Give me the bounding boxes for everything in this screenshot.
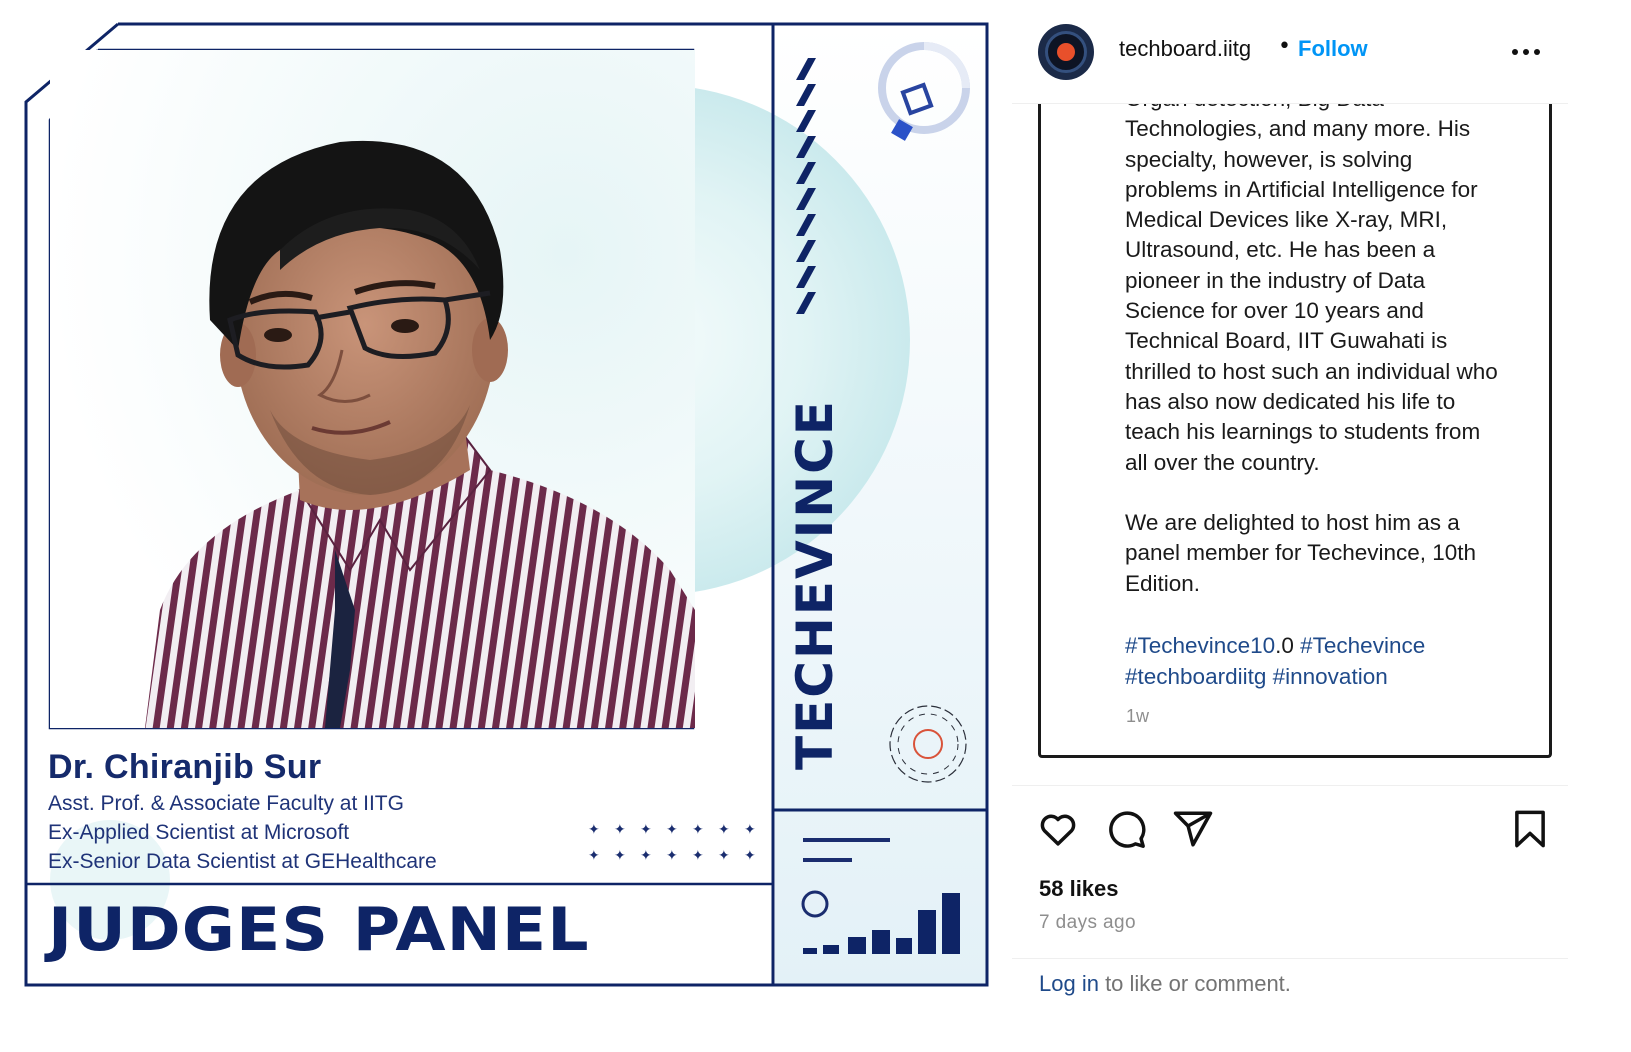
caption-line: Edition. [1125, 570, 1201, 596]
hashtag-suffix: .0 [1275, 633, 1294, 658]
login-link[interactable]: Log in [1039, 971, 1099, 996]
comment-icon[interactable] [1105, 808, 1147, 850]
username-link[interactable]: techboard.iitg [1119, 36, 1251, 62]
post-time[interactable]: 7 days ago [1039, 912, 1136, 934]
caption-line: Science for over 10 years and [1125, 298, 1424, 324]
techevince-vertical-title: TECHEVINCE [786, 399, 844, 770]
bookmark-icon[interactable] [1509, 808, 1551, 850]
hashtag-link[interactable]: #techboardiitg [1125, 664, 1266, 689]
caption-line: Technologies, and many more. His [1125, 116, 1471, 142]
caption-line: all over the country. [1125, 449, 1320, 475]
caption-line: Medical Devices like X-ray, MRI, [1125, 207, 1448, 233]
hashtag-link[interactable]: #Techevince [1300, 633, 1425, 658]
caption-line: pioneer in the industry of Data [1125, 267, 1426, 293]
divider [1012, 958, 1568, 959]
more-options-icon[interactable] [1510, 40, 1542, 64]
separator-dot: • [1278, 34, 1291, 59]
caption-timestamp[interactable]: 1w [1126, 706, 1149, 727]
login-prompt-text: to like or comment. [1098, 971, 1291, 996]
judge-name: Dr. Chiranjib Sur [48, 748, 322, 786]
portrait-photo [50, 50, 695, 728]
judge-role-2: Ex-Applied Scientist at Microsoft [48, 821, 350, 844]
likes-count[interactable]: 58 likes [1039, 876, 1119, 902]
caption-panel[interactable]: Organ detection, Big Data Technologies, … [1038, 60, 1552, 758]
caption-line: Ultrasound, etc. He has been a [1125, 237, 1436, 263]
share-icon[interactable] [1172, 808, 1214, 850]
action-bar [1012, 800, 1568, 858]
caption-line: panel member for Techevince, 10th [1125, 540, 1477, 566]
caption-line: problems in Artificial Intelligence for [1125, 176, 1478, 202]
hashtag-link[interactable]: #Techevince10 [1125, 633, 1275, 658]
hashtag-link[interactable]: #innovation [1273, 664, 1388, 689]
avatar[interactable] [1038, 24, 1094, 80]
post-sidebar: Organ detection, Big Data Technologies, … [1012, 0, 1631, 1052]
caption-line: teach his learnings to students from [1125, 419, 1481, 445]
judge-role-1: Asst. Prof. & Associate Faculty at IITG [48, 792, 404, 815]
hashtags: #Techevince10.0 #Techevince #techboardii… [1125, 630, 1425, 692]
follow-button[interactable]: Follow [1298, 36, 1368, 62]
divider [1012, 785, 1568, 786]
caption-line: We are delighted to host him as a [1125, 510, 1460, 536]
judges-panel-banner: JUDGES PANEL [48, 895, 590, 965]
decorative-dots: ✦ ✦ ✦ ✦ ✦ ✦ ✦ ✦ ✦ ✦ ✦ ✦ ✦ ✦ [588, 822, 756, 864]
caption-line: specialty, however, is solving [1125, 146, 1413, 172]
heart-icon[interactable] [1037, 808, 1079, 850]
caption-text: Organ detection, Big Data Technologies, … [1125, 84, 1545, 599]
post-image[interactable]: Dr. Chiranjib Sur Asst. Prof. & Associat… [0, 0, 1012, 1052]
caption-line: thrilled to host such an individual who [1125, 358, 1498, 384]
post-header: techboard.iitg • Follow [1012, 0, 1568, 104]
login-prompt: Log in to like or comment. [1039, 971, 1291, 997]
caption-line: Technical Board, IIT Guwahati is [1125, 328, 1448, 354]
caption-line: has also now dedicated his life to [1125, 388, 1456, 414]
judge-role-3: Ex-Senior Data Scientist at GEHealthcare [48, 850, 437, 873]
